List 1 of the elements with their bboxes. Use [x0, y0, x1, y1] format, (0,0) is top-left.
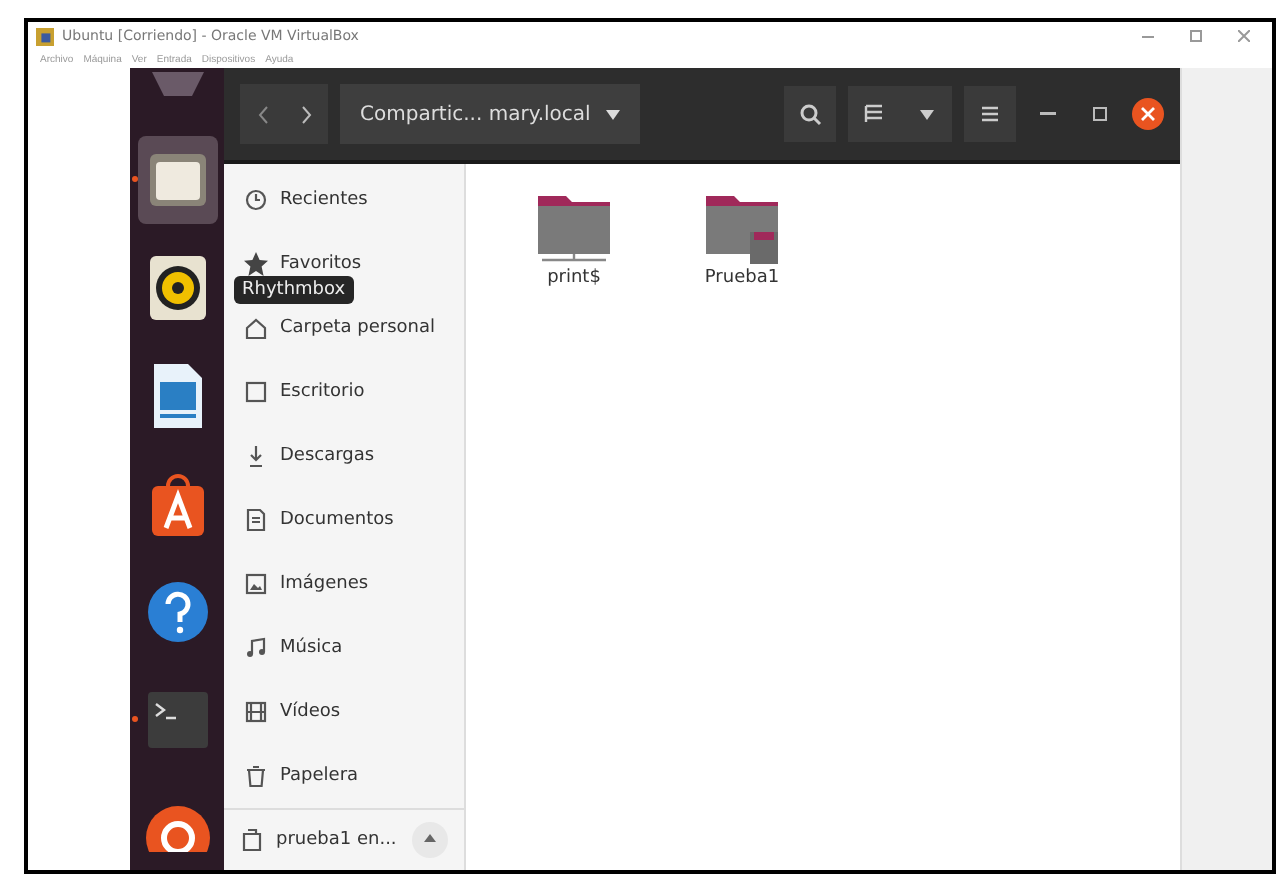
tooltip: Rhythmbox — [234, 276, 354, 304]
